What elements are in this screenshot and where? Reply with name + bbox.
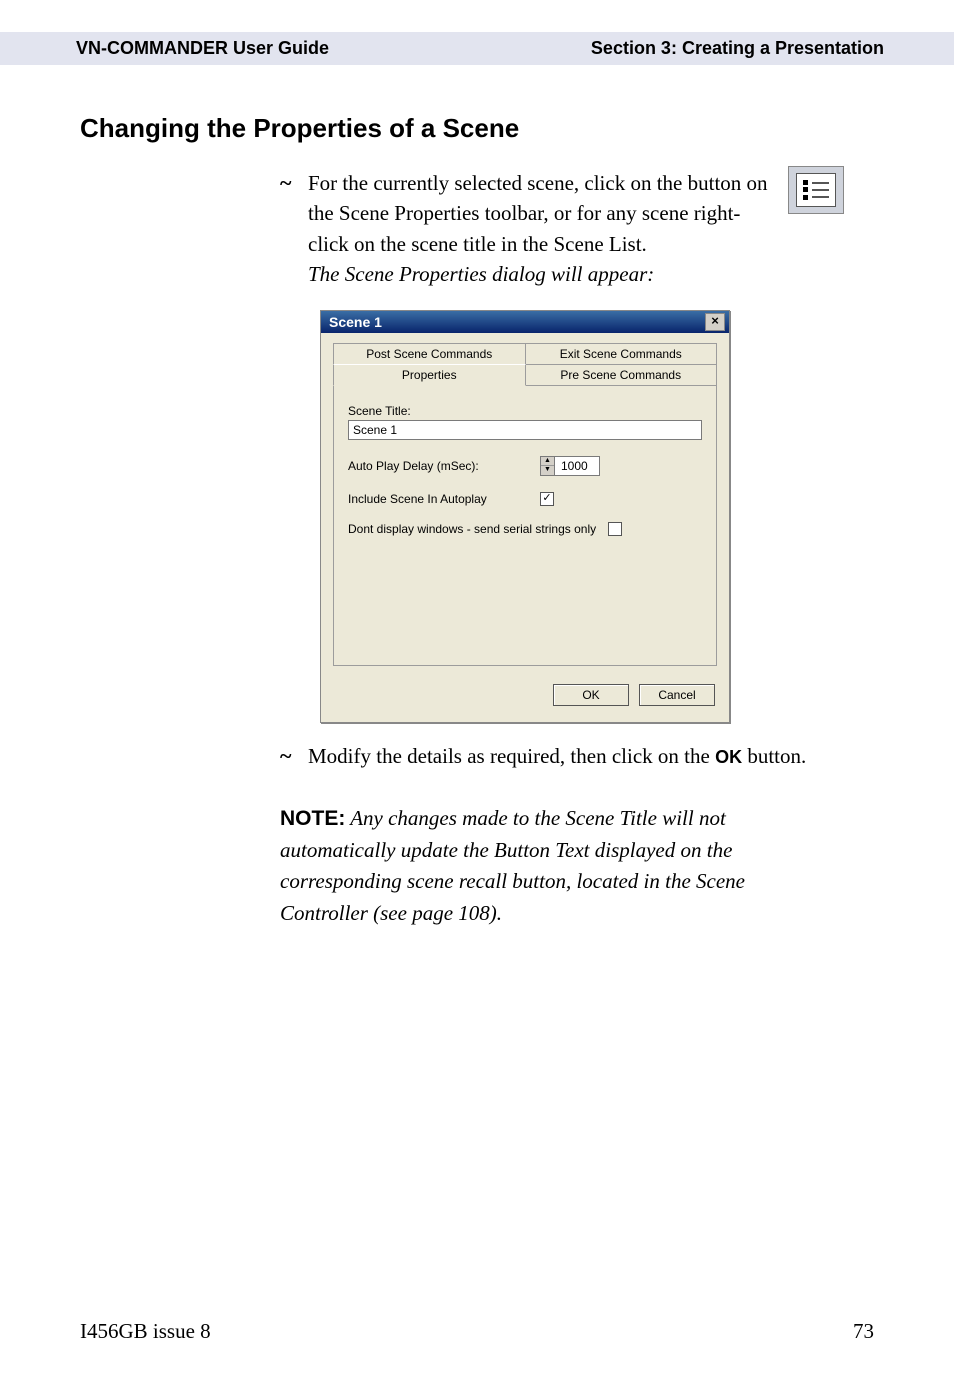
page-footer: I456GB issue 8 73	[80, 1319, 874, 1344]
autoplay-delay-spinner[interactable]: ▲ ▼ 1000	[540, 456, 600, 476]
scene-title-input[interactable]: Scene 1	[348, 420, 702, 440]
step2-prefix: Modify the details as required, then cli…	[308, 744, 715, 768]
page-header: VN-COMMANDER User Guide Section 3: Creat…	[0, 32, 954, 65]
autoplay-delay-label: Auto Play Delay (mSec):	[348, 459, 528, 473]
scene-properties-icon	[788, 166, 844, 214]
bullet-tilde: ~	[280, 172, 296, 194]
step1-line1: For the currently selected scene, click …	[308, 171, 682, 195]
header-left: VN-COMMANDER User Guide	[76, 38, 329, 59]
step-1-text: For the currently selected scene, click …	[308, 168, 844, 290]
bullet-tilde: ~	[280, 745, 296, 767]
dialog-titlebar: Scene 1 ×	[321, 311, 729, 333]
scene-title-label: Scene Title:	[348, 404, 702, 418]
note-label: NOTE:	[280, 807, 345, 830]
dont-display-label: Dont display windows - send serial strin…	[348, 522, 596, 536]
spinner-down-icon[interactable]: ▼	[541, 466, 554, 475]
footer-page-number: 73	[853, 1319, 874, 1344]
include-autoplay-checkbox[interactable]: ✓	[540, 492, 554, 506]
section-title: Changing the Properties of a Scene	[80, 113, 874, 144]
tab-exit-scene[interactable]: Exit Scene Commands	[526, 343, 718, 365]
step1-line3: The Scene Properties dialog will appear:	[308, 262, 654, 286]
include-autoplay-label: Include Scene In Autoplay	[348, 492, 528, 506]
cancel-button[interactable]: Cancel	[639, 684, 715, 706]
footer-left: I456GB issue 8	[80, 1319, 211, 1344]
header-right: Section 3: Creating a Presentation	[591, 38, 924, 59]
scene-properties-dialog: Scene 1 × Post Scene Commands Exit Scene…	[320, 310, 730, 723]
spinner-up-icon[interactable]: ▲	[541, 457, 554, 467]
tab-properties[interactable]: Properties	[333, 364, 526, 386]
note-text: Any changes made to the Scene Title will…	[280, 806, 745, 925]
tab-panel-properties: Scene Title: Scene 1 Auto Play Delay (mS…	[333, 386, 717, 666]
step2-suffix: button.	[742, 744, 806, 768]
step-2: ~ Modify the details as required, then c…	[280, 741, 844, 771]
tab-pre-scene[interactable]: Pre Scene Commands	[526, 364, 718, 386]
tab-post-scene[interactable]: Post Scene Commands	[333, 343, 526, 365]
autoplay-delay-value[interactable]: 1000	[555, 457, 599, 475]
dialog-title: Scene 1	[329, 314, 382, 330]
ok-button[interactable]: OK	[553, 684, 629, 706]
dont-display-checkbox[interactable]	[608, 522, 622, 536]
step2-ok: OK	[715, 747, 742, 767]
note-block: NOTE: Any changes made to the Scene Titl…	[280, 803, 834, 929]
step-2-text: Modify the details as required, then cli…	[308, 741, 806, 771]
close-button[interactable]: ×	[705, 313, 725, 331]
step-1: ~ For the currently selected scene, clic…	[280, 168, 844, 290]
